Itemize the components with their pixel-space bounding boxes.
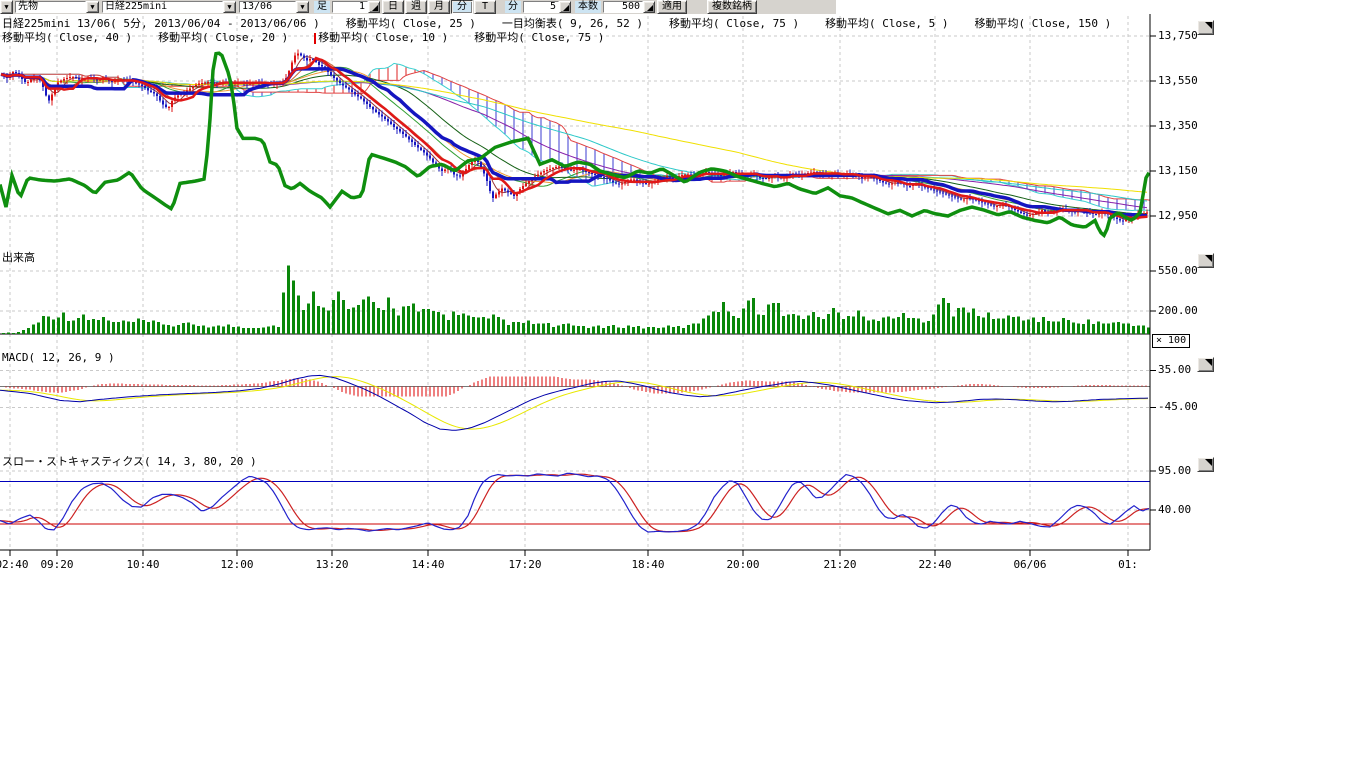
y-axis-tick-label: 95.00 bbox=[1158, 464, 1191, 477]
y-axis-tick-label: 35.00 bbox=[1158, 363, 1191, 376]
y-axis-tick-label: 200.00 bbox=[1158, 304, 1198, 317]
indicator-label-ma10: 移動平均( Close, 10 ) bbox=[314, 29, 448, 45]
indicator-label-ma40: 移動平均( Close, 40 ) bbox=[2, 29, 132, 45]
y-axis-tick-label: 40.00 bbox=[1158, 503, 1191, 516]
indicator-label-ma5: 移動平均( Close, 5 ) bbox=[825, 15, 948, 31]
time-tick-label: 10:40 bbox=[125, 558, 161, 571]
time-tick-label: 20:00 bbox=[725, 558, 761, 571]
collapse-arrow-icon bbox=[1205, 459, 1212, 466]
time-tick-label: 17:20 bbox=[507, 558, 543, 571]
price-pane-collapse-button[interactable] bbox=[1197, 20, 1214, 35]
stochastics-pane-collapse-button[interactable] bbox=[1197, 457, 1214, 472]
macd-pane-label: MACD( 12, 26, 9 ) bbox=[2, 351, 115, 364]
cursor-marker bbox=[314, 33, 316, 44]
y-axis-tick-label: 550.00 bbox=[1158, 264, 1198, 277]
time-tick-label: 12:00 bbox=[219, 558, 255, 571]
y-axis-tick-label: 13,750 bbox=[1158, 29, 1198, 42]
indicator-label-ma75: 移動平均( Close, 75 ) bbox=[669, 15, 799, 31]
y-axis-tick-label: 13,150 bbox=[1158, 164, 1198, 177]
time-tick-label: 13:20 bbox=[314, 558, 350, 571]
volume-pane-label: 出来高 bbox=[2, 249, 35, 265]
time-tick-label: 22:40 bbox=[917, 558, 953, 571]
indicator-label-ma75b: 移動平均( Close, 75 ) bbox=[474, 29, 604, 45]
stochastics-pane-label: スロー・ストキャスティクス( 14, 3, 80, 20 ) bbox=[2, 453, 257, 469]
time-tick-label: 18:40 bbox=[630, 558, 666, 571]
chart-canvas[interactable] bbox=[0, 0, 1366, 768]
y-axis-tick-label: -45.00 bbox=[1158, 400, 1198, 413]
y-axis-tick-label: 13,350 bbox=[1158, 119, 1198, 132]
collapse-arrow-icon bbox=[1205, 22, 1212, 29]
macd-pane-collapse-button[interactable] bbox=[1197, 357, 1214, 372]
chart-title-row-2: 移動平均( Close, 40 ) 移動平均( Close, 20 ) 移動平均… bbox=[2, 29, 604, 45]
time-tick-label: 14:40 bbox=[410, 558, 446, 571]
y-axis-tick-label: 13,550 bbox=[1158, 74, 1198, 87]
time-tick-label: 02:40 bbox=[0, 558, 30, 571]
volume-pane-collapse-button[interactable] bbox=[1197, 253, 1214, 268]
time-tick-label: 01: bbox=[1110, 558, 1146, 571]
collapse-arrow-icon bbox=[1205, 359, 1212, 366]
trading-chart-window: { "toolbar": { "collapsed_combo": "▼", "… bbox=[0, 0, 1366, 768]
volume-multiplier-badge: × 100 bbox=[1152, 334, 1190, 348]
collapse-arrow-icon bbox=[1205, 255, 1212, 262]
time-tick-label: 21:20 bbox=[822, 558, 858, 571]
time-tick-label: 06/06 bbox=[1012, 558, 1048, 571]
indicator-label-ma150: 移動平均( Close, 150 ) bbox=[975, 15, 1112, 31]
indicator-label-ma20: 移動平均( Close, 20 ) bbox=[158, 29, 288, 45]
y-axis-tick-label: 12,950 bbox=[1158, 209, 1198, 222]
time-tick-label: 09:20 bbox=[39, 558, 75, 571]
